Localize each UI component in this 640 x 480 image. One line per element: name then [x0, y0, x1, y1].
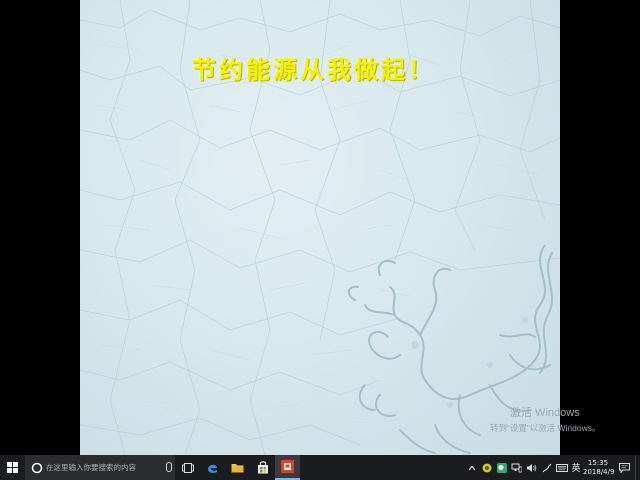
cortana-icon [31, 462, 43, 473]
microphone-icon[interactable] [166, 462, 172, 472]
wechat-icon [496, 462, 507, 473]
start-button[interactable] [0, 455, 24, 480]
pen-ink-icon [542, 463, 551, 472]
watermark-line-1: 激活 Windows [510, 407, 580, 419]
taskbar-clock[interactable]: 15:35 2018/4/9 [583, 458, 615, 477]
taskbar: 在这里输入你要搜索的内容 英 15:35 2018/4/9 [0, 455, 640, 480]
powerpoint-icon [281, 460, 294, 473]
clock-date: 2018/4/9 [583, 467, 615, 476]
tray-volume-button[interactable] [524, 455, 539, 480]
keyboard-icon [555, 463, 568, 472]
edge-icon [208, 464, 217, 473]
chevron-up-icon [468, 465, 475, 470]
watermark-line-2: 转到“设置”以激活 Windows。 [490, 423, 601, 433]
show-hidden-icons-button[interactable] [464, 455, 479, 480]
search-placeholder: 在这里输入你要搜索的内容 [46, 463, 136, 472]
system-tray: 英 15:35 2018/4/9 [464, 455, 640, 480]
task-view-button[interactable] [175, 455, 200, 480]
presentation-slide[interactable]: 节约能源从我做起！ [80, 0, 560, 455]
tray-wechat-button[interactable] [494, 455, 509, 480]
slide-title: 节约能源从我做起！ [192, 55, 435, 84]
taskbar-app-edge[interactable] [200, 455, 225, 480]
tray-network-button[interactable] [509, 455, 524, 480]
tray-pen-button[interactable] [539, 455, 554, 480]
action-center-button[interactable] [613, 455, 635, 480]
folder-icon [231, 464, 244, 473]
windows-logo-icon [6, 462, 18, 473]
tray-app-button[interactable] [479, 455, 494, 480]
taskbar-app-store[interactable] [250, 455, 275, 480]
task-view-icon [181, 462, 194, 473]
search-box[interactable]: 在这里输入你要搜索的内容 [25, 455, 175, 480]
store-bag-icon [257, 461, 268, 474]
tray-keyboard-button[interactable] [554, 455, 569, 480]
security-app-icon [482, 463, 491, 472]
screen: 节约能源从我做起！ 激活 Windows 转到“设置”以激活 Windows。 [0, 0, 640, 455]
taskbar-app-powerpoint[interactable] [275, 455, 300, 480]
volume-icon [527, 463, 537, 472]
taskbar-app-file-explorer[interactable] [225, 455, 250, 480]
input-method-indicator[interactable]: 英 [569, 455, 583, 480]
show-desktop-button[interactable] [635, 455, 640, 480]
activate-windows-watermark: 激活 Windows 转到“设置”以激活 Windows。 [490, 404, 601, 434]
notification-icon [618, 462, 630, 473]
network-icon [511, 463, 522, 472]
clock-time: 15:35 [587, 458, 609, 467]
